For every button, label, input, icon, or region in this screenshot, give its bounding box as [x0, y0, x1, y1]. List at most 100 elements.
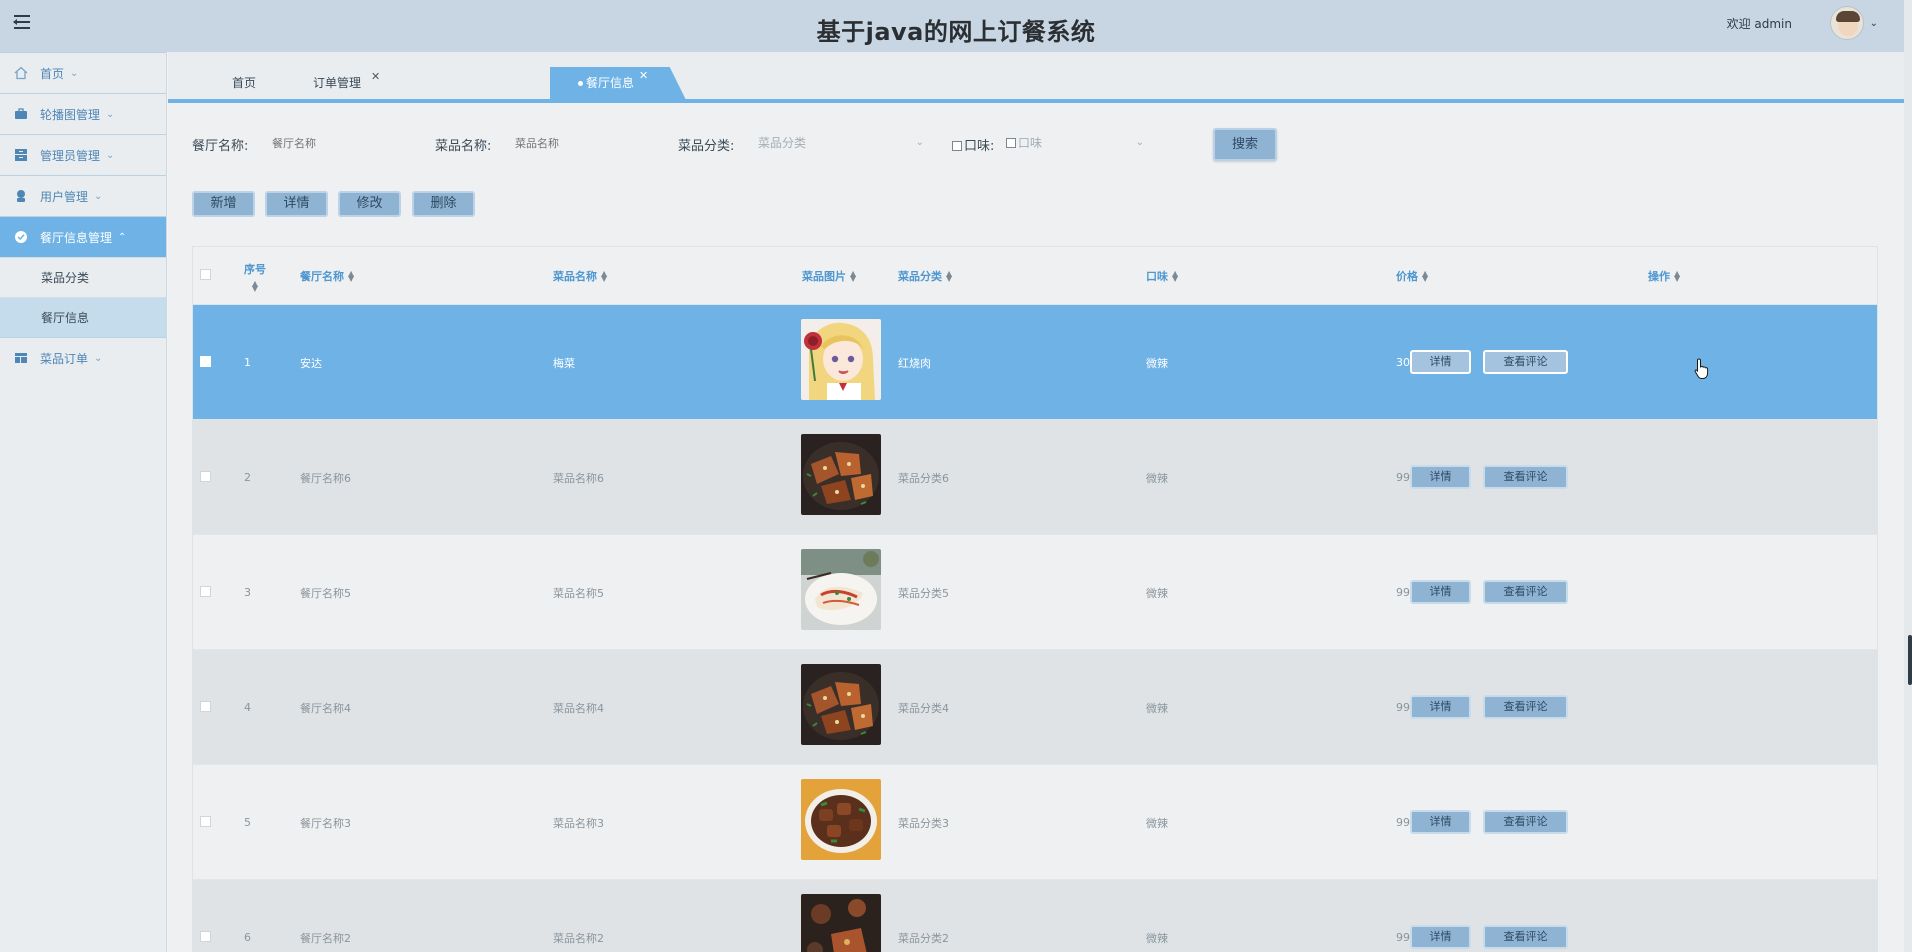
row-checkbox[interactable] — [200, 471, 211, 482]
taste-select[interactable]: 口味 ⌄ — [1006, 128, 1144, 158]
briefcase-icon — [15, 108, 27, 119]
sidebar-item-orders[interactable]: 菜品订单 ⌄ — [0, 337, 166, 378]
select-all-checkbox[interactable] — [200, 269, 211, 280]
column-header-no[interactable]: 序号 ▲ ▼ — [244, 247, 266, 305]
column-label: 操作 — [1648, 270, 1670, 283]
cell-dish: 梅菜 — [553, 356, 575, 370]
cell-no: 1 — [244, 356, 251, 369]
table-row[interactable]: 4 餐厅名称4 菜品名称4 菜品分类4 微辣 99.9 详情 查看评论 — [193, 650, 1877, 765]
row-detail-button[interactable]: 详情 — [1410, 350, 1471, 374]
avatar[interactable] — [1830, 6, 1864, 40]
sidebar-subitem-dish-category[interactable]: 菜品分类 — [0, 257, 166, 297]
sort-icon[interactable]: ▲ ▼ — [946, 270, 952, 283]
scrollbar-thumb[interactable] — [1908, 635, 1912, 685]
cell-no: 6 — [244, 931, 251, 944]
dish-name-input[interactable] — [515, 128, 635, 158]
row-checkbox[interactable] — [200, 701, 211, 712]
table-row[interactable]: 5 餐厅名称3 菜品名称3 菜品分类3 微辣 99.9 详情 查看评论 — [193, 765, 1877, 880]
chevron-down-icon: ⌄ — [1135, 137, 1144, 148]
cell-dish: 菜品名称5 — [553, 586, 604, 600]
restaurant-name-label: 餐厅名称: — [192, 139, 249, 154]
table-row[interactable]: 1 安达 梅菜 红烧肉 微辣 30 详情 查看评论 — [193, 305, 1877, 420]
tab-orders[interactable]: 订单管理 ✕ — [313, 66, 380, 100]
tab-home[interactable]: 首页 — [232, 66, 256, 100]
row-detail-button[interactable]: 详情 — [1410, 810, 1471, 834]
column-header-dish[interactable]: 菜品名称 ▲ ▼ — [553, 247, 607, 305]
checkbox-icon — [1006, 138, 1016, 148]
row-checkbox[interactable] — [200, 931, 211, 942]
sidebar-subitem-label: 餐厅信息 — [41, 311, 90, 325]
dish-category-label: 菜品分类: — [678, 139, 735, 154]
cell-dish: 菜品名称3 — [553, 816, 604, 830]
dish-photo[interactable] — [801, 434, 881, 515]
sidebar-item-carousel[interactable]: 轮播图管理 ⌄ — [0, 93, 166, 134]
column-header-category[interactable]: 菜品分类 ▲ ▼ — [898, 247, 952, 305]
sort-icon[interactable]: ▲ ▼ — [1674, 270, 1680, 283]
taste-placeholder: 口味 — [1018, 136, 1043, 150]
tab-restaurant-info[interactable]: 餐厅信息 ✕ — [550, 67, 686, 100]
sort-icon[interactable]: ▲ ▼ — [601, 270, 607, 283]
add-button[interactable]: 新增 — [192, 191, 255, 217]
close-icon[interactable]: ✕ — [371, 60, 380, 94]
column-header-taste[interactable]: 口味 ▲ ▼ — [1146, 247, 1178, 305]
restaurant-name-input[interactable] — [272, 128, 392, 158]
cell-no: 4 — [244, 701, 251, 714]
sidebar-item-restaurant[interactable]: 餐厅信息管理 ⌃ — [0, 216, 166, 257]
close-icon[interactable]: ✕ — [639, 67, 648, 92]
row-checkbox[interactable] — [200, 356, 211, 367]
dish-photo[interactable] — [801, 549, 881, 630]
column-label: 餐厅名称 — [300, 270, 344, 283]
sort-icon[interactable]: ▲ ▼ — [1172, 270, 1178, 283]
cell-taste: 微辣 — [1146, 931, 1168, 945]
view-reviews-button[interactable]: 查看评论 — [1483, 810, 1568, 834]
sort-icon[interactable]: ▲ ▼ — [348, 270, 354, 283]
row-checkbox[interactable] — [200, 586, 211, 597]
dish-category-select[interactable]: 菜品分类 ⌄ — [758, 128, 924, 158]
view-reviews-button[interactable]: 查看评论 — [1483, 580, 1568, 604]
cell-no: 5 — [244, 816, 251, 829]
chevron-down-icon[interactable]: ⌄ — [1870, 18, 1878, 29]
dish-photo[interactable] — [801, 779, 881, 860]
sidebar-item-admins[interactable]: 管理员管理 ⌄ — [0, 134, 166, 175]
chevron-down-icon: ⌄ — [106, 149, 115, 161]
tab-label: 餐厅信息 — [586, 76, 635, 90]
cell-restaurant: 安达 — [300, 356, 322, 370]
sidebar-item-users[interactable]: 用户管理 ⌄ — [0, 175, 166, 216]
hand-cursor-icon — [1694, 358, 1709, 379]
row-detail-button[interactable]: 详情 — [1410, 465, 1471, 489]
view-reviews-button[interactable]: 查看评论 — [1483, 350, 1568, 374]
detail-button[interactable]: 详情 — [265, 191, 328, 217]
sidebar-item-home[interactable]: 首页 ⌄ — [0, 52, 166, 93]
checkbox-icon — [952, 141, 962, 151]
column-label: 菜品分类 — [898, 270, 942, 283]
view-reviews-button[interactable]: 查看评论 — [1483, 925, 1568, 949]
sort-icon[interactable]: ▲ ▼ — [1422, 270, 1428, 283]
table-row[interactable]: 6 餐厅名称2 菜品名称2 菜品分类2 微辣 99.9 详情 查看评论 — [193, 880, 1877, 952]
dish-photo[interactable] — [801, 894, 881, 952]
table-row[interactable]: 3 餐厅名称5 菜品名称5 菜品分类5 微辣 99.9 详情 查看评论 — [193, 535, 1877, 650]
row-detail-button[interactable]: 详情 — [1410, 580, 1471, 604]
row-detail-button[interactable]: 详情 — [1410, 695, 1471, 719]
column-header-restaurant[interactable]: 餐厅名称 ▲ ▼ — [300, 247, 354, 305]
dish-category-placeholder: 菜品分类 — [758, 136, 807, 150]
dish-name-label: 菜品名称: — [435, 139, 492, 154]
edit-button[interactable]: 修改 — [338, 191, 401, 217]
sidebar-subitem-restaurant-info[interactable]: 餐厅信息 — [0, 297, 166, 337]
dish-photo[interactable] — [801, 319, 881, 400]
page-scrollbar[interactable] — [1904, 0, 1912, 952]
row-detail-button[interactable]: 详情 — [1410, 925, 1471, 949]
view-reviews-button[interactable]: 查看评论 — [1483, 695, 1568, 719]
table-row[interactable]: 2 餐厅名称6 菜品名称6 菜品分类6 微辣 99.9 详情 查看评论 — [193, 420, 1877, 535]
user-icon — [17, 190, 25, 202]
table-body: 1 安达 梅菜 红烧肉 微辣 30 详情 查看评论 2 餐厅名称6 菜品名称6 … — [193, 305, 1877, 952]
sort-icon[interactable]: ▲ ▼ — [850, 270, 856, 283]
sort-icon[interactable]: ▲ ▼ — [252, 280, 258, 293]
search-button[interactable]: 搜索 — [1213, 128, 1277, 161]
column-header-price[interactable]: 价格 ▲ ▼ — [1396, 247, 1428, 305]
sidebar-item-label: 首页 — [40, 66, 65, 81]
column-header-photo[interactable]: 菜品图片 ▲ ▼ — [802, 247, 856, 305]
delete-button[interactable]: 删除 — [412, 191, 475, 217]
dish-photo[interactable] — [801, 664, 881, 745]
row-checkbox[interactable] — [200, 816, 211, 827]
view-reviews-button[interactable]: 查看评论 — [1483, 465, 1568, 489]
